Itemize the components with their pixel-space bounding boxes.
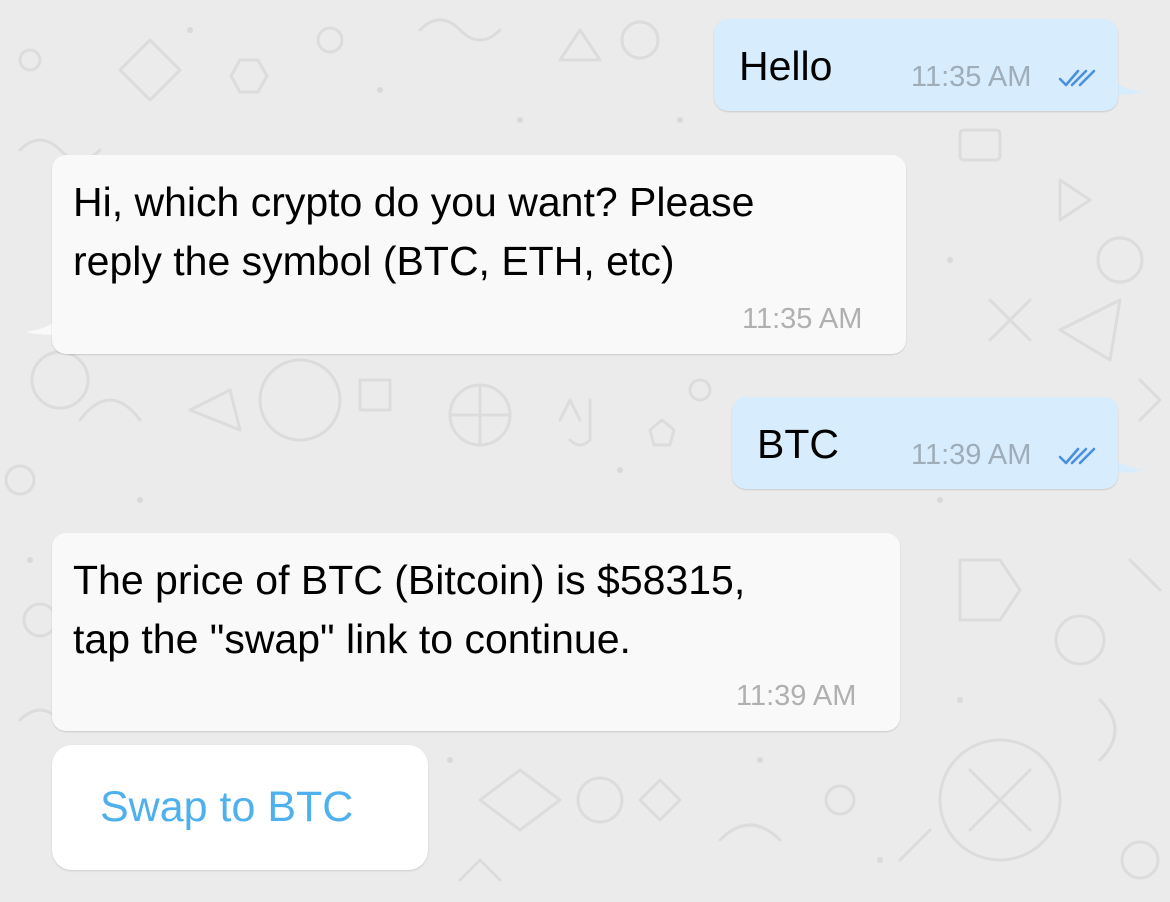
message-timestamp: 11:35 AM xyxy=(742,303,863,335)
message-text-line: reply the symbol (BTC, ETH, etc) xyxy=(73,238,675,284)
message-text-line: tap the "swap" link to continue. xyxy=(73,616,631,662)
double-check-icon xyxy=(1058,447,1096,465)
message-timestamp: 11:39 AM xyxy=(911,439,1032,471)
message-text: BTC xyxy=(757,421,839,467)
double-check-icon xyxy=(1058,69,1096,87)
message-text: Hello xyxy=(739,43,833,89)
message-text-line: The price of BTC (Bitcoin) is $58315, xyxy=(73,557,746,603)
message-bubble-outgoing[interactable]: Hello 11:35 AM xyxy=(714,19,1118,111)
swap-button-label: Swap to BTC xyxy=(100,783,354,831)
message-bubble-outgoing[interactable]: BTC 11:39 AM xyxy=(732,397,1118,489)
message-bubble-incoming[interactable]: The price of BTC (Bitcoin) is $58315, ta… xyxy=(52,533,900,731)
message-timestamp: 11:35 AM xyxy=(911,61,1032,93)
message-bubble-incoming[interactable]: Hi, which crypto do you want? Please rep… xyxy=(52,155,906,354)
swap-to-btc-button[interactable]: Swap to BTC xyxy=(52,745,428,870)
message-timestamp: 11:39 AM xyxy=(736,680,857,712)
message-text-line: Hi, which crypto do you want? Please xyxy=(73,179,755,225)
